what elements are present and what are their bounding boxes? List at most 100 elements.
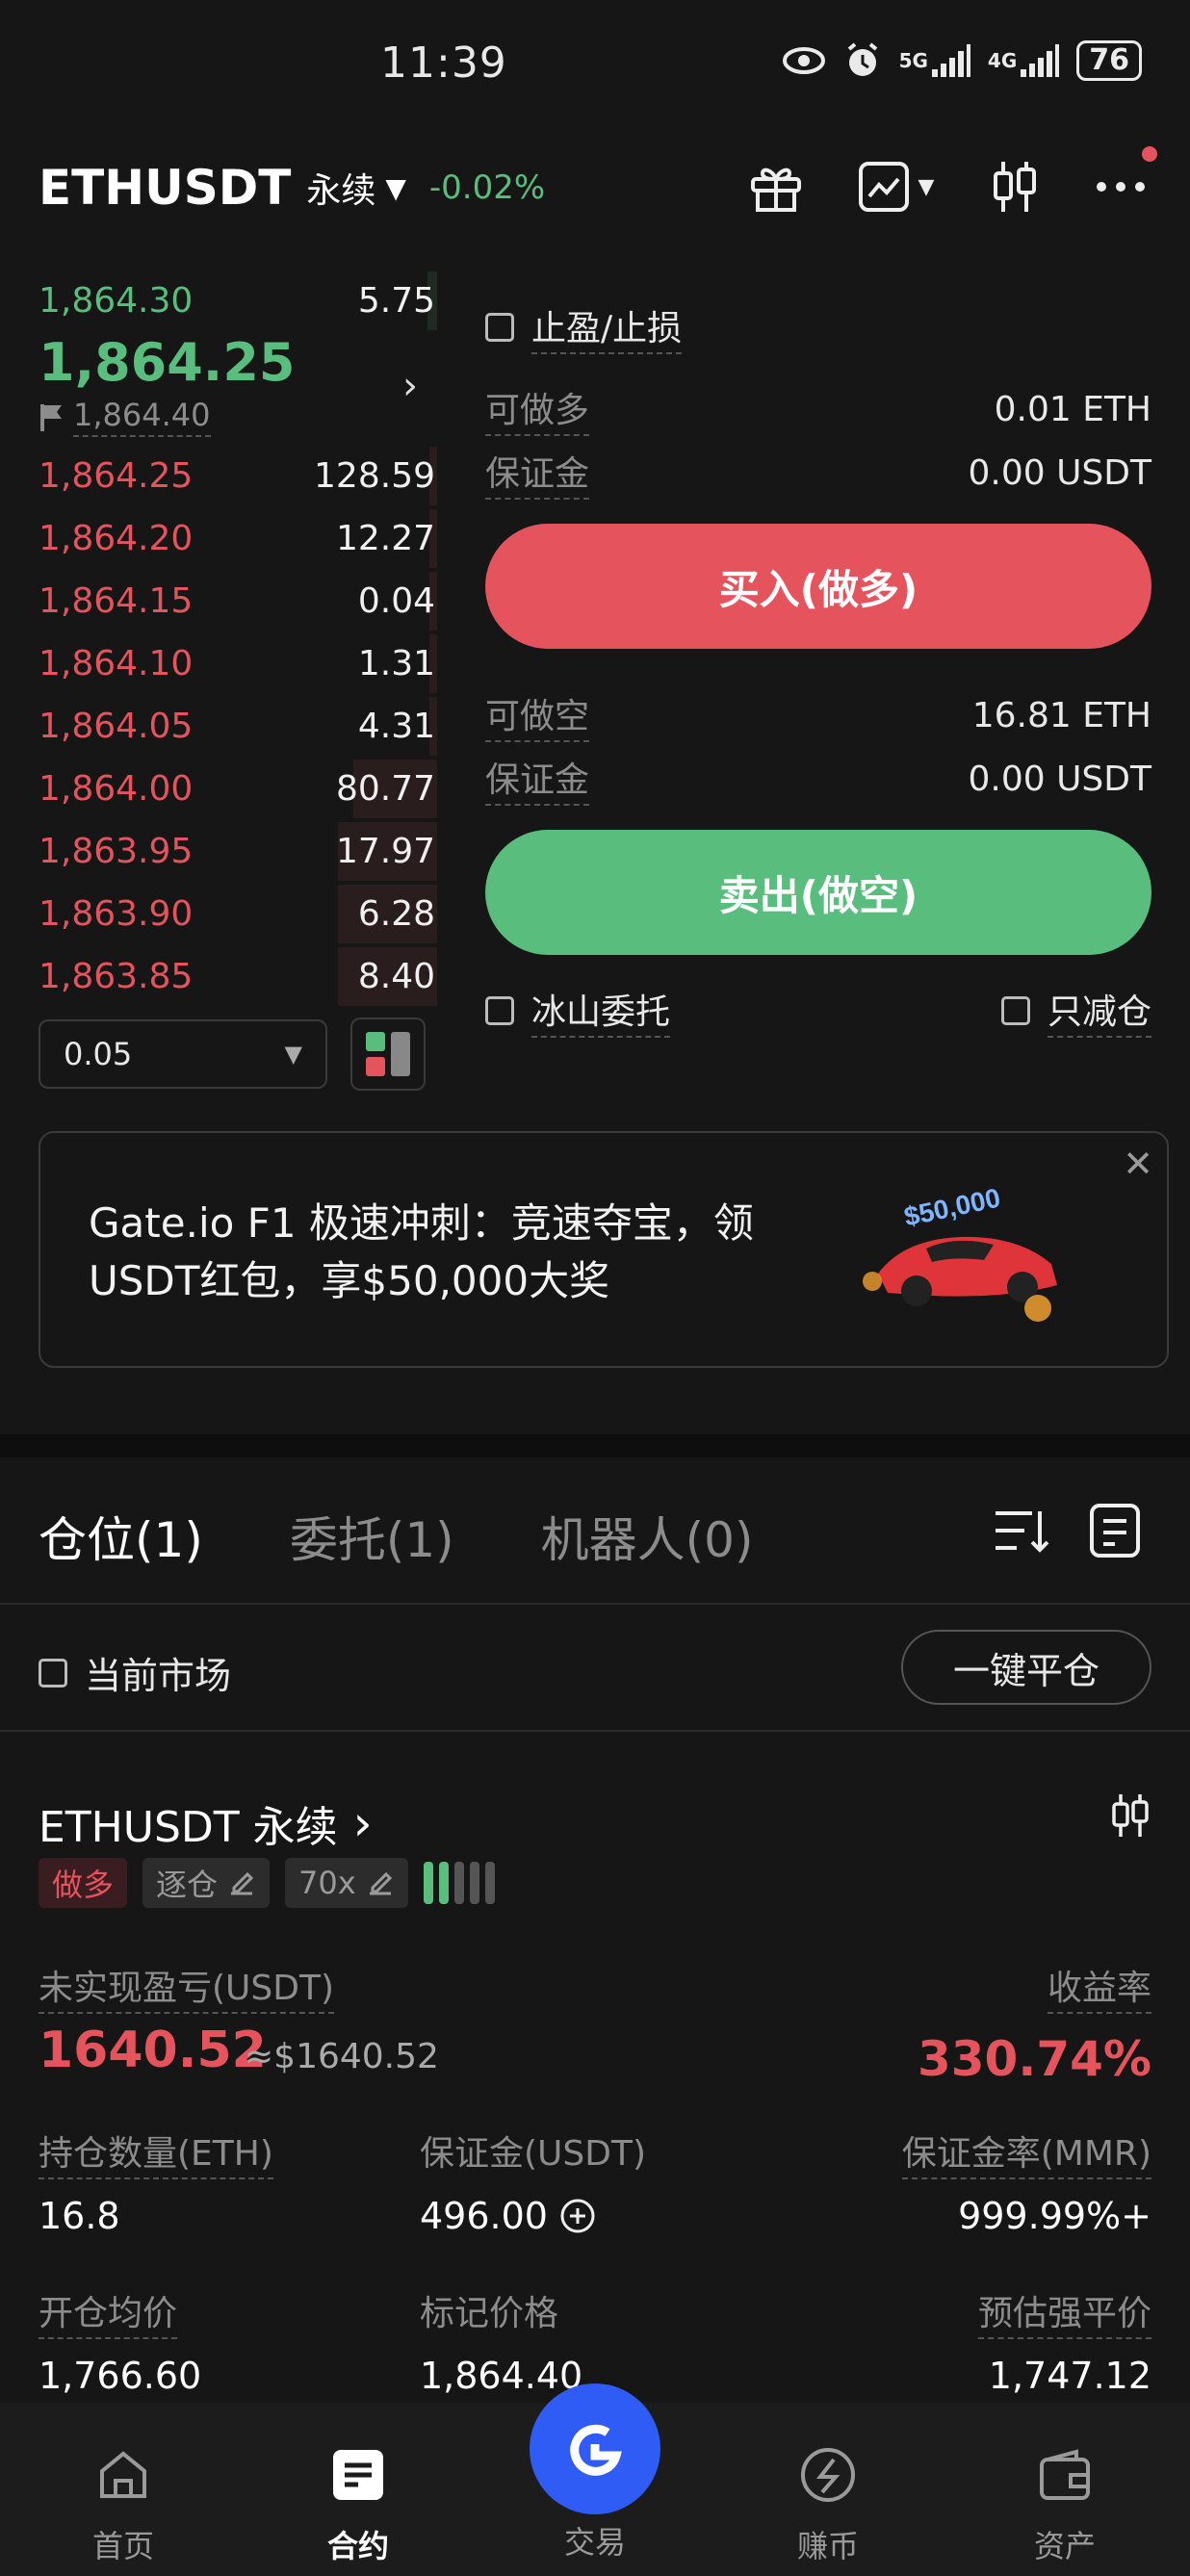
reduce-only-option[interactable]: 只减仓 xyxy=(1000,984,1151,1038)
chevron-right-icon[interactable]: › xyxy=(353,1795,373,1851)
symbol-name[interactable]: ETHUSDT xyxy=(39,160,291,216)
can-short-label: 可做空 xyxy=(485,688,590,742)
bid-row[interactable]: 1,864.05 4.31 xyxy=(39,695,437,758)
bid-qty: 17.97 xyxy=(335,832,435,871)
size-value: 16.8 xyxy=(39,2195,120,2237)
gift-icon[interactable] xyxy=(745,156,807,218)
document-icon[interactable] xyxy=(1088,1502,1142,1559)
notification-dot xyxy=(1142,146,1157,162)
chart-toggle-icon[interactable]: ▼ xyxy=(851,156,940,218)
price-change: -0.02% xyxy=(428,168,546,207)
bid-row[interactable]: 1,864.10 1.31 xyxy=(39,632,437,695)
nav-home[interactable]: 首页 xyxy=(56,2441,191,2566)
position-tags: 做多 逐仓 70x xyxy=(39,1858,495,1908)
unrealized-pnl-value: 1640.52 xyxy=(39,2022,267,2079)
margin-label: 保证金(USDT) xyxy=(420,2134,647,2174)
edit-icon xyxy=(231,1871,254,1895)
mark-price-value: 1,864.40 xyxy=(420,2355,583,2397)
caret-down-icon[interactable]: ▼ xyxy=(385,172,406,204)
nav-assets[interactable]: 资产 xyxy=(997,2441,1132,2566)
position-symbol[interactable]: ETHUSDT 永续 xyxy=(39,1792,338,1854)
iceberg-option[interactable]: 冰山委托 xyxy=(485,984,671,1038)
bid-row[interactable]: 1,863.90 6.28 xyxy=(39,883,437,945)
can-short-row: 可做空 16.81 ETH xyxy=(485,683,1151,747)
bid-qty: 12.27 xyxy=(335,519,435,558)
bid-qty: 1.31 xyxy=(357,644,435,683)
leverage-tag[interactable]: 70x xyxy=(285,1858,408,1908)
iceberg-label: 冰山委托 xyxy=(531,984,671,1038)
roe-value: 330.74% xyxy=(917,2031,1151,2087)
tp-sl-row[interactable]: 止盈/止损 xyxy=(485,289,1151,366)
wallet-icon xyxy=(1040,2449,1090,2500)
last-price[interactable]: 1,864.25 xyxy=(39,332,295,393)
signal-5g-icon: 5G xyxy=(899,44,970,77)
buy-long-button[interactable]: 买入(做多) xyxy=(485,524,1151,649)
candlestick-icon[interactable] xyxy=(1109,1792,1151,1839)
bid-qty: 128.59 xyxy=(314,456,435,496)
mark-price: 1,864.40 xyxy=(73,397,211,437)
margin-short-row: 保证金 0.00 USDT xyxy=(485,747,1151,811)
battery-indicator: 76 xyxy=(1076,40,1142,81)
book-layout-toggle[interactable] xyxy=(350,1018,426,1091)
bid-price: 1,864.25 xyxy=(39,456,194,496)
nav-futures-label: 合约 xyxy=(326,2528,389,2564)
promo-text: Gate.io F1 极速冲刺：竞速夺宝，领USDT红包，享$50,000大奖 xyxy=(89,1199,754,1304)
price-step-select[interactable]: 0.05 ▼ xyxy=(39,1019,327,1089)
close-all-button[interactable]: 一键平仓 xyxy=(901,1630,1151,1705)
bid-qty: 0.04 xyxy=(357,581,435,621)
bid-row[interactable]: 1,863.95 17.97 xyxy=(39,820,437,883)
caret-down-icon: ▼ xyxy=(284,1041,302,1068)
tab-positions[interactable]: 仓位(1) xyxy=(39,1502,203,1571)
close-icon[interactable]: ✕ xyxy=(1123,1143,1153,1185)
candlestick-icon[interactable] xyxy=(984,156,1046,218)
bid-row[interactable]: 1,864.15 0.04 xyxy=(39,570,437,632)
divider xyxy=(0,1730,1190,1732)
status-bar: 11:39 5G 4G 76 xyxy=(0,0,1190,135)
bid-price: 1,864.20 xyxy=(39,519,194,558)
chevron-right-icon[interactable]: › xyxy=(402,364,418,408)
leverage-label: 70x xyxy=(298,1865,356,1901)
mark-price-row: 1,864.40 xyxy=(39,397,211,437)
current-market-filter[interactable]: 当前市场 xyxy=(39,1646,231,1699)
mmr-label: 保证金率(MMR) xyxy=(901,2125,1151,2179)
reduce-only-checkbox[interactable] xyxy=(1000,996,1030,1025)
tp-sl-checkbox[interactable] xyxy=(485,313,514,342)
mmr-value: 999.99%+ xyxy=(958,2195,1151,2237)
current-market-label: 当前市场 xyxy=(85,1655,232,1697)
divider xyxy=(0,1603,1190,1605)
bid-price: 1,864.00 xyxy=(39,769,194,809)
contract-type[interactable]: 永续 xyxy=(306,163,375,213)
tab-bots[interactable]: 机器人(0) xyxy=(541,1502,754,1571)
sort-icon[interactable] xyxy=(992,1504,1049,1558)
position-title[interactable]: ETHUSDT 永续 › xyxy=(39,1792,373,1854)
nav-futures[interactable]: 合约 xyxy=(291,2441,426,2566)
bid-qty: 8.40 xyxy=(357,957,435,996)
nav-trade-label[interactable]: 交易 xyxy=(528,2518,662,2563)
bid-price: 1,864.10 xyxy=(39,644,194,683)
nav-assets-label: 资产 xyxy=(1033,2528,1096,2564)
tab-orders[interactable]: 委托(1) xyxy=(290,1502,454,1571)
price-step-value: 0.05 xyxy=(64,1036,133,1072)
status-time: 11:39 xyxy=(380,39,507,88)
current-market-checkbox[interactable] xyxy=(39,1658,67,1687)
bid-row[interactable]: 1,864.20 12.27 xyxy=(39,507,437,570)
sell-short-button[interactable]: 卖出(做空) xyxy=(485,830,1151,955)
bid-row[interactable]: 1,863.85 8.40 xyxy=(39,945,437,1008)
margin-label: 保证金 xyxy=(485,752,590,806)
margin-long-row: 保证金 0.00 USDT xyxy=(485,441,1151,504)
ask-row[interactable]: 1,864.30 5.75 xyxy=(39,270,437,332)
more-icon[interactable] xyxy=(1090,146,1157,218)
size-label: 持仓数量(ETH) xyxy=(39,2125,273,2179)
add-margin-icon[interactable] xyxy=(559,2198,596,2234)
bid-row[interactable]: 1,864.00 80.77 xyxy=(39,758,437,820)
margin-mode-tag[interactable]: 逐仓 xyxy=(142,1858,271,1908)
home-icon xyxy=(100,2451,146,2498)
promo-banner[interactable]: Gate.io F1 极速冲刺：竞速夺宝，领USDT红包，享$50,000大奖 … xyxy=(39,1131,1169,1368)
nav-earn[interactable]: 赚币 xyxy=(761,2441,895,2566)
margin-mode-label: 逐仓 xyxy=(156,1867,219,1903)
iceberg-checkbox[interactable] xyxy=(485,996,514,1025)
nav-trade-button[interactable] xyxy=(530,2383,660,2514)
margin-value-row: 496.00 xyxy=(420,2195,596,2237)
can-long-label: 可做多 xyxy=(485,382,590,436)
bid-row[interactable]: 1,864.25 128.59 xyxy=(39,445,437,507)
